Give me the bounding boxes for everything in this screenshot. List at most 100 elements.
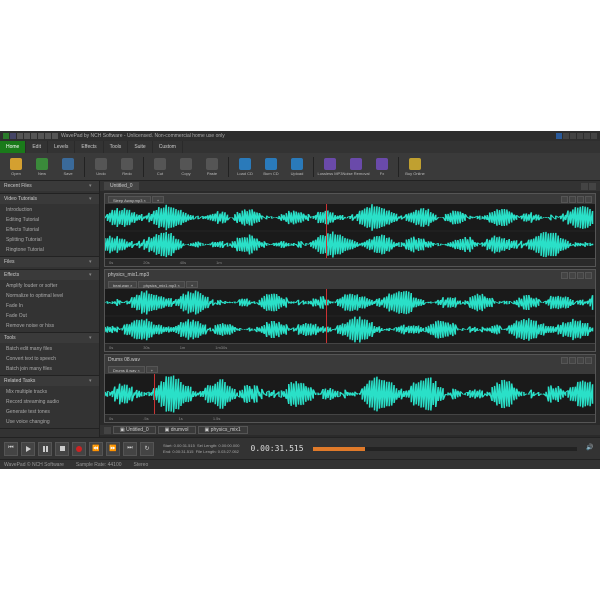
chevron-down-icon [89, 335, 95, 341]
menu-tab-edit[interactable]: Edit [26, 141, 48, 153]
play-button[interactable] [21, 442, 35, 456]
tool-upload[interactable]: Upload [285, 155, 309, 179]
prev-button[interactable]: ⏮ [4, 442, 18, 456]
sidebar-item[interactable]: Record streaming audio [0, 397, 99, 407]
sidebar-item[interactable]: Convert text to speech [0, 354, 99, 364]
sidebar-item[interactable]: Normalize to optimal level [0, 291, 99, 301]
waveform[interactable] [105, 204, 595, 258]
next-button[interactable]: ⏭ [123, 442, 137, 456]
main-tab-bar: Untitled_0 [100, 181, 600, 191]
menu-tab-levels[interactable]: Levels [48, 141, 75, 153]
menu-tab-custom[interactable]: Custom [153, 141, 183, 153]
time-ruler[interactable]: 0s20s40s1m [105, 258, 595, 266]
pause-button[interactable] [38, 442, 52, 456]
sidebar-header-related-tasks[interactable]: Related Tasks [0, 376, 99, 386]
track-window-controls[interactable] [561, 272, 592, 279]
tool-cut[interactable]: Cut [148, 155, 172, 179]
tool-lossless-mp3[interactable]: Lossless MP3 [318, 155, 342, 179]
tool-undo[interactable]: Undo [89, 155, 113, 179]
tool-noise-removal[interactable]: Noise Removal [344, 155, 368, 179]
chevron-down-icon [89, 378, 95, 384]
track: physics_mix1.mp3 beat.wav ×physics_mix1.m… [104, 269, 596, 352]
sidebar-item[interactable]: Remove noise or hiss [0, 321, 99, 331]
sidebar-header-tools[interactable]: Tools [0, 333, 99, 343]
add-tab-button[interactable]: + [152, 196, 164, 203]
transport-bar: ⏮ ⏪ ⏩ ⏭ ↻ Start: 0.00:31.515 Sel Length:… [0, 437, 600, 459]
tool-save[interactable]: Save [56, 155, 80, 179]
sidebar-item[interactable]: Splitting Tutorial [0, 235, 99, 245]
rewind-button[interactable]: ⏪ [89, 442, 103, 456]
sidebar-item[interactable]: Use voice changing [0, 417, 99, 427]
track: Sleep Away.mp3 ×+0s20s40s1m [104, 193, 596, 267]
status-app: WavePad © NCH Software [4, 462, 64, 468]
sidebar-item[interactable]: Ringtone Tutorial [0, 245, 99, 255]
title-right-icons[interactable] [556, 133, 597, 139]
menu-tab-effects[interactable]: Effects [75, 141, 103, 153]
menu-tab-tools[interactable]: Tools [104, 141, 129, 153]
main-tab-controls[interactable] [581, 183, 596, 190]
tool-new[interactable]: New [30, 155, 54, 179]
track-filename: Drums 08.wav [108, 357, 140, 363]
window-title: WavePad by NCH Software - Unlicensed. No… [61, 133, 225, 139]
waveform[interactable] [105, 289, 595, 343]
add-tab-button[interactable]: + [146, 366, 158, 373]
bottom-tab[interactable]: ▣ drumvol [158, 426, 196, 434]
track-window-controls[interactable] [561, 357, 592, 364]
menu-bar: HomeEditLevelsEffectsToolsSuiteCustom [0, 141, 600, 153]
sidebar-item[interactable]: Mix multiple tracks [0, 387, 99, 397]
tool-open[interactable]: Open [4, 155, 28, 179]
main-tab[interactable]: Untitled_0 [104, 182, 139, 190]
stop-button[interactable] [55, 442, 69, 456]
tool-burn-cd[interactable]: Burn CD [259, 155, 283, 179]
time-ruler[interactable]: 0s.5s1s1.5s [105, 414, 595, 422]
sidebar-header-effects[interactable]: Effects [0, 270, 99, 280]
sidebar-header-files[interactable]: Files [0, 257, 99, 267]
bottom-tab[interactable]: ▣ Untitled_0 [113, 426, 156, 434]
forward-button[interactable]: ⏩ [106, 442, 120, 456]
track-tab[interactable]: Drums 8.wav × [108, 366, 145, 373]
volume-icon[interactable]: 🔊 [586, 444, 596, 454]
loop-button[interactable]: ↻ [140, 442, 154, 456]
sidebar-item[interactable]: Batch join many files [0, 364, 99, 374]
track-window-controls[interactable] [561, 196, 592, 203]
track-tab[interactable]: Sleep Away.mp3 × [108, 196, 151, 203]
prev-tab-button[interactable] [104, 427, 111, 434]
progress-bar[interactable] [313, 447, 577, 451]
tool-redo[interactable]: Redo [115, 155, 139, 179]
track-tab[interactable]: beat.wav × [108, 281, 137, 288]
sidebar-item[interactable]: Introduction [0, 205, 99, 215]
track-tab[interactable]: physics_mix1.mp3 × [138, 281, 184, 288]
tool-paste[interactable]: Paste [200, 155, 224, 179]
add-tab-button[interactable]: + [186, 281, 198, 288]
tool-load-cd[interactable]: Load CD [233, 155, 257, 179]
status-sample-rate: Sample Rate: 44100 [76, 462, 122, 468]
tool-buy-online[interactable]: Buy Online [403, 155, 427, 179]
waveform[interactable] [105, 374, 595, 414]
sidebar-item[interactable]: Generate test tones [0, 407, 99, 417]
record-button[interactable] [72, 442, 86, 456]
chevron-down-icon [89, 259, 95, 265]
sidebar-header-video-tutorials[interactable]: Video Tutorials [0, 194, 99, 204]
bottom-tab[interactable]: ▣ physics_mix1 [198, 426, 248, 434]
bottom-tab-bar: ▣ Untitled_0▣ drumvol▣ physics_mix1 [100, 425, 600, 435]
chevron-down-icon [89, 272, 95, 278]
system-menu-icons[interactable] [3, 133, 58, 139]
tool-copy[interactable]: Copy [174, 155, 198, 179]
track-filename: physics_mix1.mp3 [108, 272, 149, 278]
sidebar-header-recent-files[interactable]: Recent Files [0, 181, 99, 191]
sidebar-item[interactable]: Amplify louder or softer [0, 281, 99, 291]
track-header: physics_mix1.mp3 [105, 270, 595, 280]
sidebar: Recent FilesVideo TutorialsIntroductionE… [0, 181, 100, 437]
sidebar-item[interactable]: Fade Out [0, 311, 99, 321]
status-bar: WavePad © NCH Software Sample Rate: 4410… [0, 459, 600, 469]
sidebar-item[interactable]: Editing Tutorial [0, 215, 99, 225]
sidebar-item[interactable]: Effects Tutorial [0, 225, 99, 235]
menu-tab-suite[interactable]: Suite [128, 141, 152, 153]
tool-fx[interactable]: Fx [370, 155, 394, 179]
sidebar-item[interactable]: Fade In [0, 301, 99, 311]
time-info: Start: 0.00:31.515 Sel Length: 0.00:00.0… [163, 443, 240, 453]
wavepad-app: WavePad by NCH Software - Unlicensed. No… [0, 131, 600, 469]
sidebar-item[interactable]: Batch edit many files [0, 344, 99, 354]
time-ruler[interactable]: 0s30s1m1m30s [105, 343, 595, 351]
menu-tab-home[interactable]: Home [0, 141, 26, 153]
